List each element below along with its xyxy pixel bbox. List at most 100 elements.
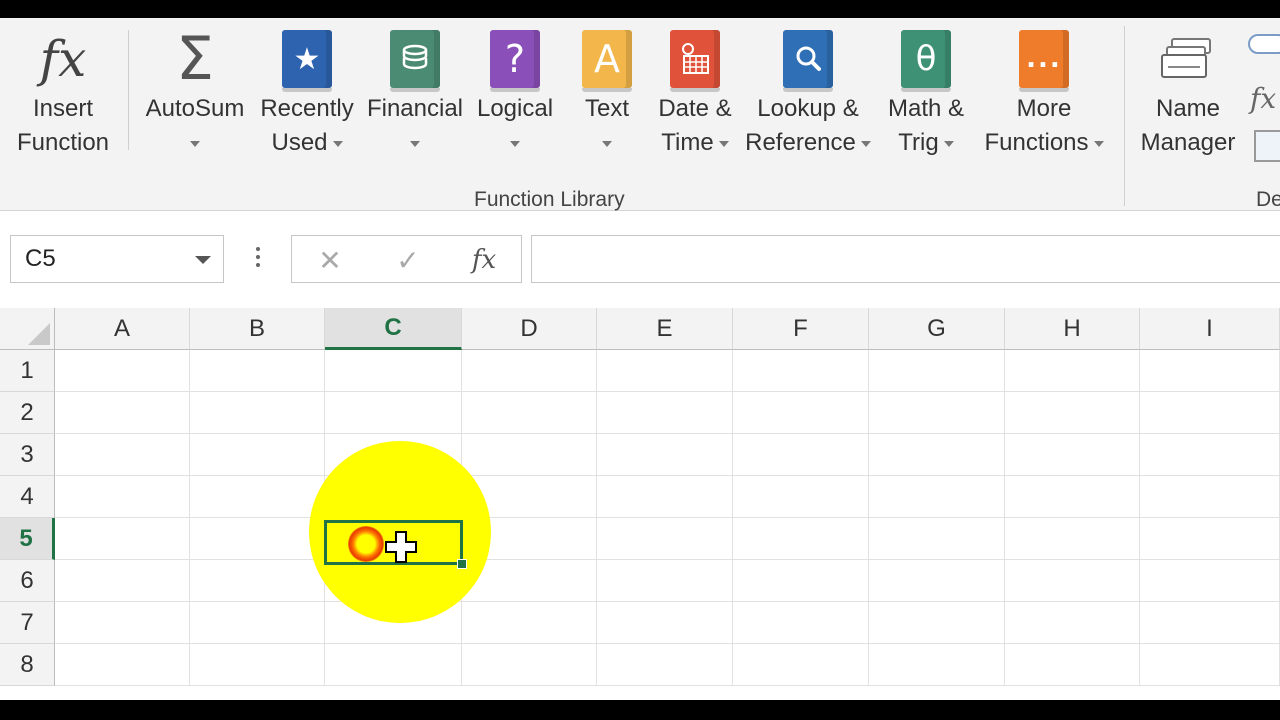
- fill-handle[interactable]: [457, 559, 467, 569]
- cell-f3[interactable]: [733, 434, 869, 476]
- cell-g6[interactable]: [869, 560, 1005, 602]
- cancel-icon[interactable]: ✕: [310, 240, 350, 280]
- define-name-icon[interactable]: [1248, 34, 1280, 54]
- cell-h1[interactable]: [1005, 350, 1140, 392]
- cell-b2[interactable]: [190, 392, 325, 434]
- row-header-8[interactable]: 8: [0, 644, 55, 686]
- cell-b7[interactable]: [190, 602, 325, 644]
- cell-a8[interactable]: [55, 644, 190, 686]
- insert-function-button[interactable]: fx Insert Function: [8, 26, 118, 186]
- cell-d8[interactable]: [462, 644, 597, 686]
- cell-a1[interactable]: [55, 350, 190, 392]
- cell-f5[interactable]: [733, 518, 869, 560]
- formula-input[interactable]: [531, 235, 1280, 283]
- cell-b3[interactable]: [190, 434, 325, 476]
- column-header-f[interactable]: F: [733, 308, 869, 350]
- recently-used-button[interactable]: ★ Recently Used: [256, 26, 358, 186]
- row-header-4[interactable]: 4: [0, 476, 55, 518]
- cell-e5[interactable]: [597, 518, 733, 560]
- column-header-i[interactable]: I: [1140, 308, 1280, 350]
- select-all-button[interactable]: [0, 308, 55, 350]
- cell-d3[interactable]: [462, 434, 597, 476]
- name-box[interactable]: C5: [10, 235, 224, 283]
- cell-b4[interactable]: [190, 476, 325, 518]
- insert-function-icon[interactable]: fx: [464, 240, 504, 280]
- cell-i6[interactable]: [1140, 560, 1280, 602]
- cell-h6[interactable]: [1005, 560, 1140, 602]
- cell-i4[interactable]: [1140, 476, 1280, 518]
- cell-a3[interactable]: [55, 434, 190, 476]
- cell-c2[interactable]: [325, 392, 462, 434]
- create-from-selection-icon[interactable]: [1254, 130, 1280, 162]
- financial-button[interactable]: Financial: [364, 26, 466, 186]
- lookup-reference-button[interactable]: Lookup & Reference: [744, 26, 872, 186]
- row-header-3[interactable]: 3: [0, 434, 55, 476]
- more-functions-button[interactable]: ... More Functions: [978, 26, 1110, 186]
- math-trig-button[interactable]: θ Math & Trig: [878, 26, 974, 186]
- cell-g2[interactable]: [869, 392, 1005, 434]
- cell-b5[interactable]: [190, 518, 325, 560]
- row-header-6[interactable]: 6: [0, 560, 55, 602]
- cell-f8[interactable]: [733, 644, 869, 686]
- cell-f1[interactable]: [733, 350, 869, 392]
- column-header-d[interactable]: D: [462, 308, 597, 350]
- cell-a5[interactable]: [55, 518, 190, 560]
- cell-i1[interactable]: [1140, 350, 1280, 392]
- cell-e1[interactable]: [597, 350, 733, 392]
- more-options-icon[interactable]: [256, 247, 260, 271]
- cell-b8[interactable]: [190, 644, 325, 686]
- text-button[interactable]: A Text: [566, 26, 648, 186]
- cell-g7[interactable]: [869, 602, 1005, 644]
- cell-h4[interactable]: [1005, 476, 1140, 518]
- cell-f4[interactable]: [733, 476, 869, 518]
- cell-g8[interactable]: [869, 644, 1005, 686]
- cell-h3[interactable]: [1005, 434, 1140, 476]
- cell-a2[interactable]: [55, 392, 190, 434]
- cell-f7[interactable]: [733, 602, 869, 644]
- cell-e2[interactable]: [597, 392, 733, 434]
- cell-a4[interactable]: [55, 476, 190, 518]
- cell-g5[interactable]: [869, 518, 1005, 560]
- row-header-1[interactable]: 1: [0, 350, 55, 392]
- cell-e8[interactable]: [597, 644, 733, 686]
- column-header-h[interactable]: H: [1005, 308, 1140, 350]
- cell-d7[interactable]: [462, 602, 597, 644]
- cell-h8[interactable]: [1005, 644, 1140, 686]
- cell-c8[interactable]: [325, 644, 462, 686]
- cell-g1[interactable]: [869, 350, 1005, 392]
- cell-f6[interactable]: [733, 560, 869, 602]
- row-header-7[interactable]: 7: [0, 602, 55, 644]
- cell-c1[interactable]: [325, 350, 462, 392]
- name-manager-button[interactable]: Name Manager: [1134, 26, 1242, 186]
- use-in-formula-icon[interactable]: fx: [1250, 82, 1276, 115]
- cell-a6[interactable]: [55, 560, 190, 602]
- enter-icon[interactable]: ✓: [388, 240, 428, 280]
- cell-a7[interactable]: [55, 602, 190, 644]
- row-header-2[interactable]: 2: [0, 392, 55, 434]
- autosum-button[interactable]: Σ AutoSum: [140, 24, 250, 186]
- row-header-5[interactable]: 5: [0, 518, 55, 560]
- cell-e3[interactable]: [597, 434, 733, 476]
- cell-i8[interactable]: [1140, 644, 1280, 686]
- cell-g4[interactable]: [869, 476, 1005, 518]
- cell-i3[interactable]: [1140, 434, 1280, 476]
- cell-b1[interactable]: [190, 350, 325, 392]
- cell-g3[interactable]: [869, 434, 1005, 476]
- cell-e4[interactable]: [597, 476, 733, 518]
- cell-i2[interactable]: [1140, 392, 1280, 434]
- cell-i5[interactable]: [1140, 518, 1280, 560]
- chevron-down-icon[interactable]: [195, 256, 211, 264]
- column-header-g[interactable]: G: [869, 308, 1005, 350]
- cell-d2[interactable]: [462, 392, 597, 434]
- cell-h7[interactable]: [1005, 602, 1140, 644]
- column-header-b[interactable]: B: [190, 308, 325, 350]
- cell-i7[interactable]: [1140, 602, 1280, 644]
- cell-h2[interactable]: [1005, 392, 1140, 434]
- cell-e7[interactable]: [597, 602, 733, 644]
- column-header-e[interactable]: E: [597, 308, 733, 350]
- cell-f2[interactable]: [733, 392, 869, 434]
- cell-d1[interactable]: [462, 350, 597, 392]
- logical-button[interactable]: ? Logical: [470, 26, 560, 186]
- date-time-button[interactable]: Date & Time: [650, 26, 740, 186]
- cell-b6[interactable]: [190, 560, 325, 602]
